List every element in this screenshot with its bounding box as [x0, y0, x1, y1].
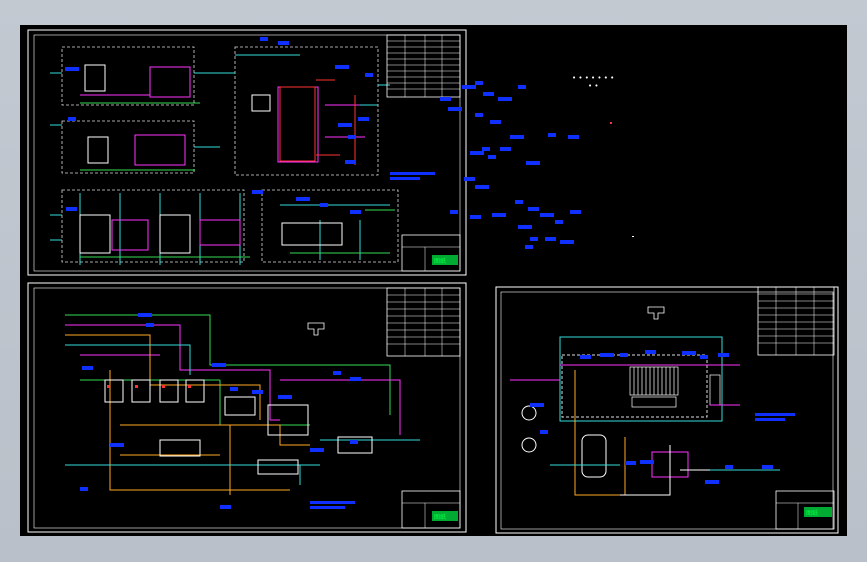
instrument-tag [580, 355, 591, 359]
floating-title: • • • • • • • [572, 74, 614, 82]
sheet-bottom-left[interactable]: 图纸 [27, 282, 467, 533]
instrument-tag [545, 237, 556, 241]
instrument-tag [518, 225, 532, 229]
title-block-label: 图纸 [434, 257, 446, 265]
instrument-tag [350, 377, 361, 381]
instrument-tag [138, 313, 152, 317]
instrument-tag [82, 366, 93, 370]
instrument-tag [348, 135, 356, 139]
instrument-tag [146, 323, 154, 327]
equipment-labels [65, 37, 773, 509]
instrument-tag [718, 353, 729, 357]
instrument-tag [560, 240, 574, 244]
instrument-tag [548, 133, 556, 137]
instrument-tag [540, 213, 554, 217]
instrument-tag [700, 355, 708, 359]
instrument-tag [230, 387, 238, 391]
instrument-tag [220, 505, 231, 509]
instrument-tag [278, 41, 289, 45]
legend-table-bottom-right [757, 286, 835, 356]
instrument-tag [540, 430, 548, 434]
instrument-tag [450, 210, 458, 214]
instrument-tag [705, 480, 719, 484]
instrument-tag [252, 390, 263, 394]
instrument-tag [498, 97, 512, 101]
instrument-tag [350, 210, 361, 214]
sheet-top-left[interactable]: 图纸 [27, 29, 467, 276]
instrument-tag [338, 123, 352, 127]
instrument-tag [65, 67, 79, 71]
instrument-tag [278, 395, 292, 399]
instrument-tag [462, 85, 476, 89]
instrument-tag [483, 92, 494, 96]
instrument-tag [482, 147, 490, 151]
instrument-tag [365, 73, 373, 77]
floating-notes[interactable]: • • • • • • • • • [572, 74, 634, 237]
instrument-tag [526, 161, 540, 165]
instrument-tag [212, 363, 226, 367]
instrument-tag [568, 135, 579, 139]
instrument-tag [500, 147, 511, 151]
title-block-bottom-left[interactable]: 图纸 [401, 490, 461, 529]
instrument-tag [530, 403, 544, 407]
title-block-label: 图纸 [434, 513, 446, 521]
instrument-tag [640, 460, 654, 464]
instrument-tag [440, 97, 451, 101]
instrument-tag [625, 461, 636, 465]
legend-table-top-left [386, 34, 461, 98]
instrument-tag [333, 371, 341, 375]
instrument-tag [296, 197, 310, 201]
title-block-top-left[interactable]: 图纸 [401, 234, 461, 272]
instrument-tag [310, 448, 324, 452]
instrument-tag [510, 135, 524, 139]
instrument-tag [515, 200, 523, 204]
cad-drawing-canvas[interactable]: 图纸 图纸 图纸 • • • • • • • • • [20, 25, 847, 536]
instrument-tag [470, 151, 484, 155]
instrument-tag [350, 440, 358, 444]
instrument-tag [80, 487, 88, 491]
instrument-tag [470, 215, 481, 219]
instrument-tag [762, 465, 773, 469]
instrument-tag [570, 210, 581, 214]
instrument-tag [492, 213, 506, 217]
instrument-tag [448, 107, 462, 111]
instrument-tag [68, 117, 76, 121]
instrument-tag [475, 113, 483, 117]
instrument-tag [518, 85, 526, 89]
instrument-tag [555, 220, 563, 224]
instrument-tag [335, 65, 349, 69]
sheet-bottom-right[interactable]: 图纸 [495, 286, 839, 534]
instrument-tag [358, 117, 369, 121]
instrument-tag [488, 155, 496, 159]
instrument-tag [345, 160, 356, 164]
instrument-tag [528, 207, 539, 211]
instrument-tag [620, 353, 628, 357]
title-block-label: 图纸 [806, 509, 818, 517]
cad-drawing: 图纸 图纸 图纸 • • • • • • • • • [27, 29, 839, 534]
instrument-tag [110, 443, 124, 447]
instrument-tag [525, 245, 533, 249]
instrument-tag [252, 190, 263, 194]
instrument-tag [66, 207, 77, 211]
instrument-tag [464, 177, 475, 181]
instrument-tag [475, 81, 483, 85]
title-block-bottom-right[interactable]: 图纸 [775, 490, 835, 530]
instrument-tag [645, 350, 656, 354]
instrument-tag [490, 120, 501, 124]
instrument-tag [725, 465, 733, 469]
instrument-tag [600, 353, 614, 357]
instrument-tag [530, 237, 538, 241]
legend-table-bottom-left [386, 287, 461, 357]
instrument-tag [475, 185, 489, 189]
floating-subtitle: • • [588, 82, 598, 90]
instrument-tag [320, 203, 328, 207]
instrument-tag [260, 37, 268, 41]
instrument-tag [682, 351, 696, 355]
